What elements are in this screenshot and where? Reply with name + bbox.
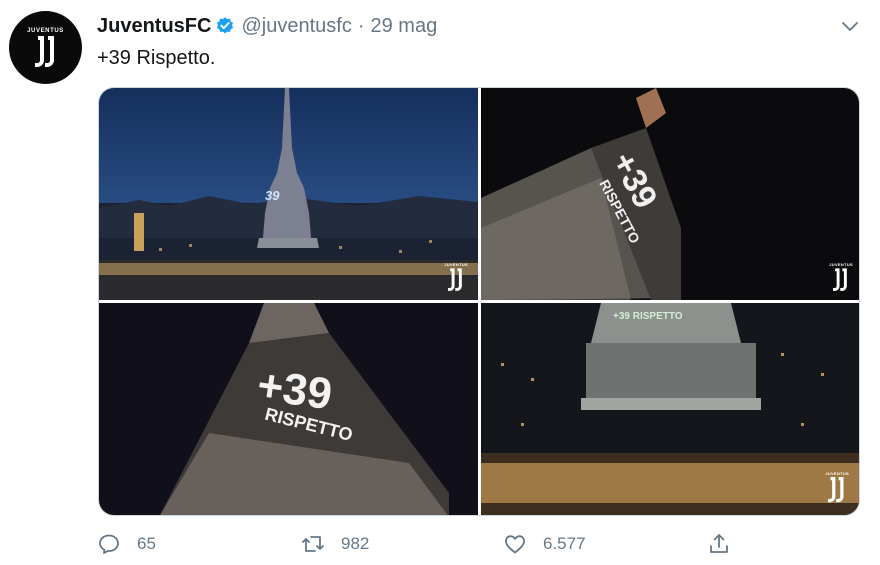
tweet-actions: 65 982 6.577 (97, 532, 867, 562)
like-icon (505, 535, 525, 554)
watermark-logo: JUVENTUS (444, 262, 468, 292)
watermark-logo: JUVENTUS (825, 471, 849, 503)
reply-button[interactable]: 65 (97, 532, 156, 556)
retweet-icon (302, 536, 324, 552)
photo-2[interactable]: +39 RISPETTO JUVENTUS (481, 88, 859, 300)
separator-dot: · (357, 14, 365, 37)
share-icon (710, 534, 728, 553)
avatar-logo-text: JUVENTUS (27, 27, 64, 34)
juventus-logo-icon (34, 35, 54, 67)
verified-badge-icon (215, 16, 235, 36)
tweet-date[interactable]: 29 mag (371, 15, 438, 38)
juventus-watermark-icon (828, 477, 844, 503)
watermark-logo: JUVENTUS (829, 262, 853, 292)
like-button[interactable]: 6.577 (503, 532, 586, 556)
reply-count: 65 (137, 534, 156, 553)
tweet-text: +39 Rispetto. (97, 47, 216, 69)
retweet-count: 982 (341, 534, 370, 553)
chevron-down-icon[interactable] (840, 16, 860, 36)
reply-icon (99, 534, 119, 554)
projection-text-4: +39 RISPETTO (613, 311, 683, 322)
projection-text-1: 39 (265, 188, 280, 203)
tweet-header: JuventusFC @juventusfc · 29 mag (97, 12, 437, 40)
author-handle[interactable]: @juventusfc (241, 15, 351, 38)
avatar[interactable]: JUVENTUS (9, 11, 82, 84)
media-grid: 39 JUVENTUS +39 RISPETTO JUVENTUS +39 RI… (98, 87, 860, 516)
juventus-watermark-icon (833, 268, 847, 291)
photo-1[interactable]: 39 JUVENTUS (99, 88, 478, 300)
photo-3[interactable]: +39 RISPETTO (99, 303, 478, 515)
share-button[interactable] (707, 532, 731, 556)
photo-4[interactable]: +39 RISPETTO JUVENTUS (481, 303, 859, 515)
retweet-button[interactable]: 982 (301, 532, 369, 556)
author-name[interactable]: JuventusFC (97, 15, 211, 38)
juventus-watermark-icon (448, 268, 462, 291)
like-count: 6.577 (543, 534, 586, 553)
